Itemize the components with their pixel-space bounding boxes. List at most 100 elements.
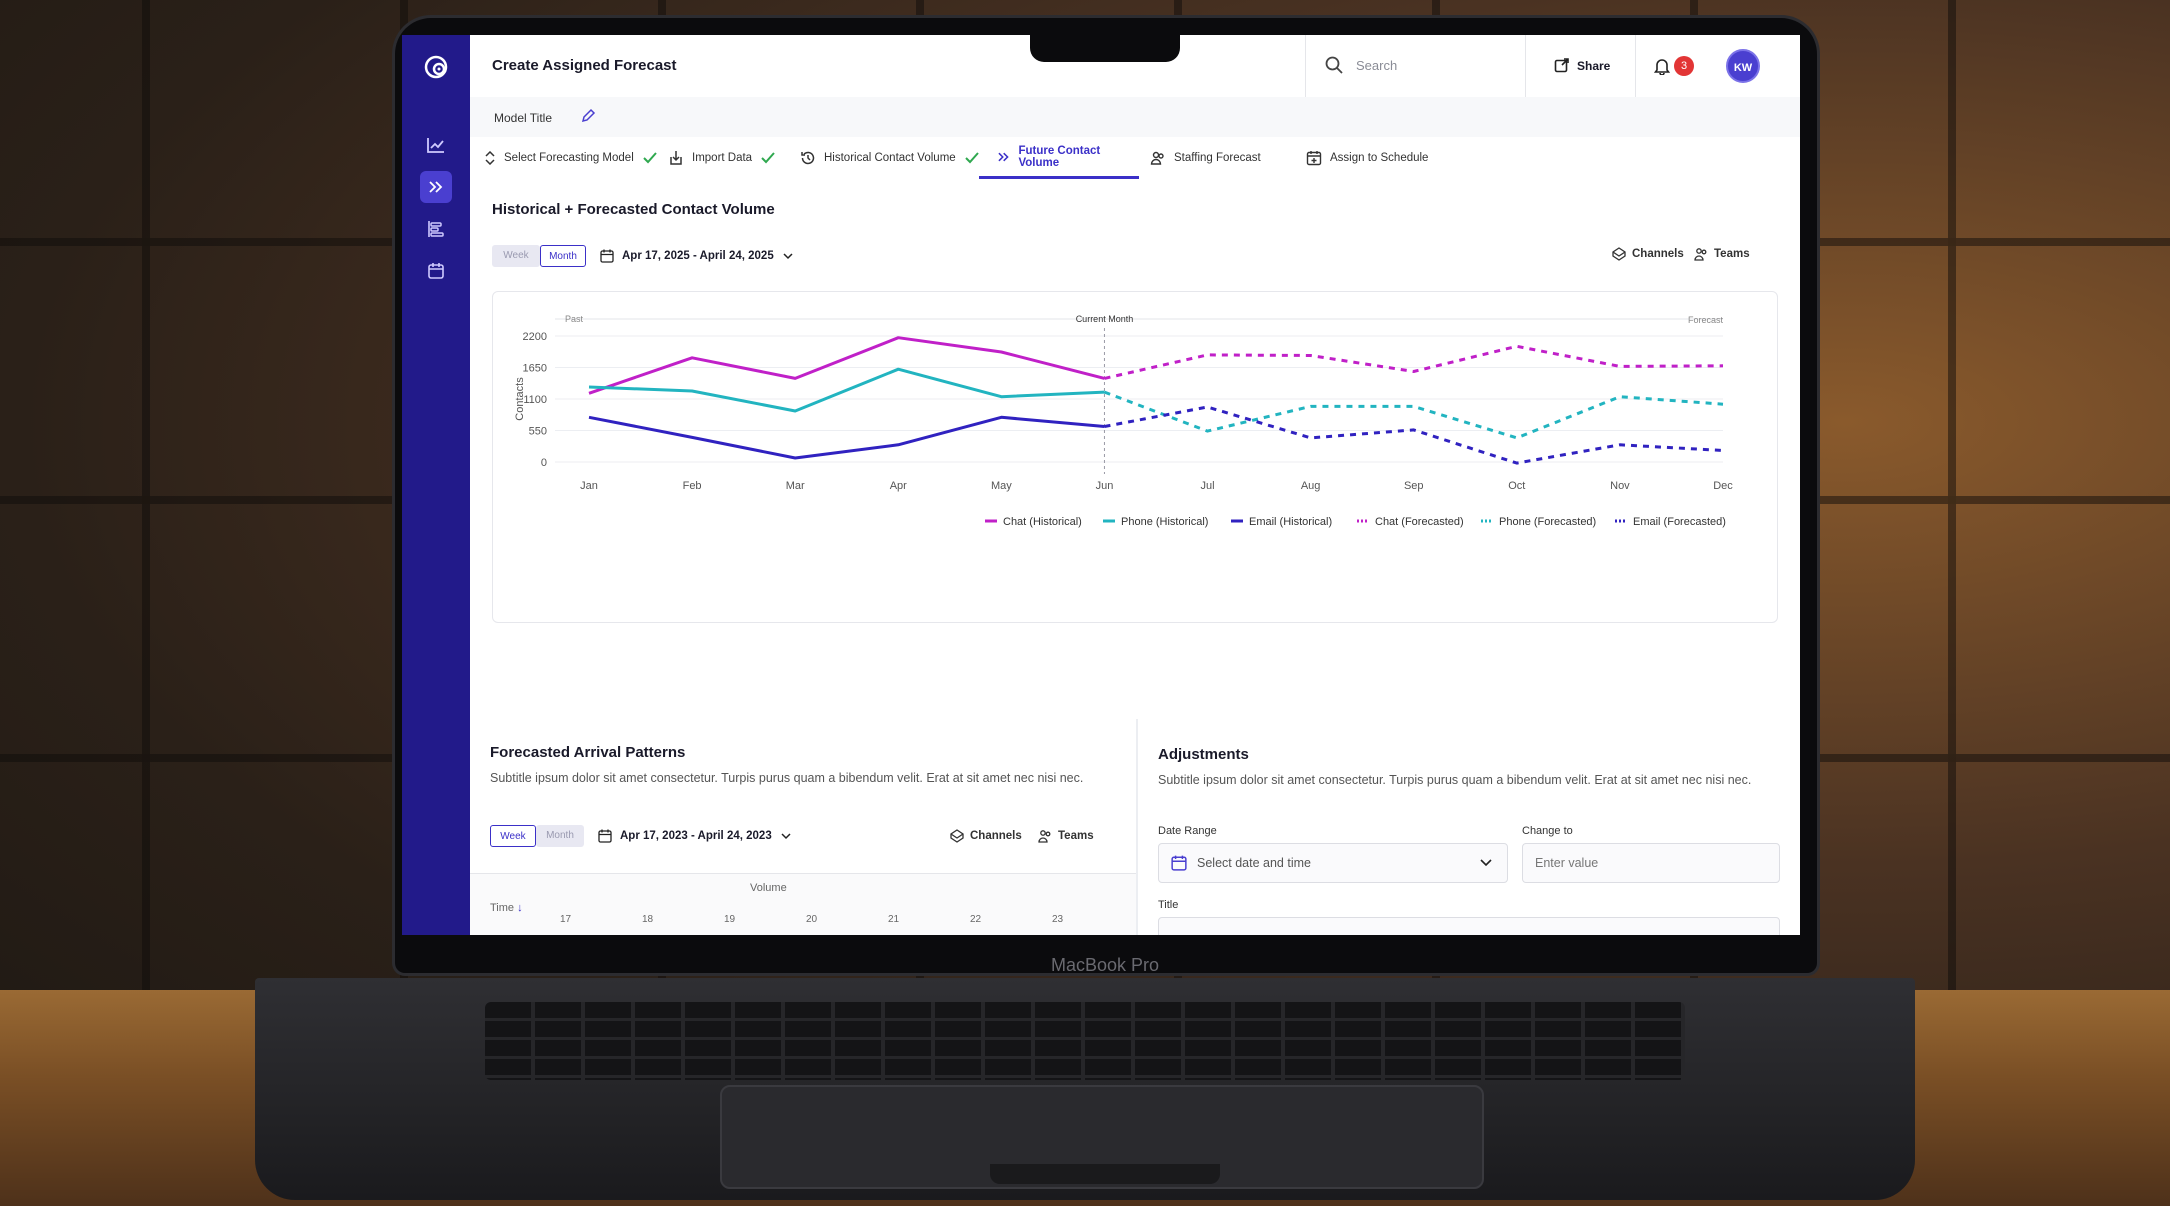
sidebar-item-calendar[interactable] — [420, 255, 452, 287]
arrival-subtitle: Subtitle ipsum dolor sit amet consectetu… — [490, 771, 1084, 785]
search-box[interactable]: Search — [1305, 35, 1526, 97]
step-label: Staffing Forecast — [1174, 152, 1261, 164]
day-header: 21 — [888, 914, 900, 925]
page-title: Create Assigned Forecast — [492, 57, 677, 74]
month-toggle[interactable]: Month — [540, 245, 586, 267]
step-assign-schedule[interactable]: Assign to Schedule — [1306, 137, 1428, 179]
step-label: Assign to Schedule — [1330, 152, 1429, 164]
share-button[interactable]: Share — [1525, 35, 1636, 97]
sidebar-item-schedule[interactable] — [420, 213, 452, 245]
arrival-date-picker[interactable]: Apr 17, 2023 - April 24, 2023 — [598, 825, 792, 847]
date-range-select[interactable]: Select date and time — [1158, 843, 1508, 883]
forecast-region-label: Forecast — [1688, 315, 1724, 325]
date-range-text: Apr 17, 2025 - April 24, 2025 — [622, 250, 774, 262]
calendar-plus-icon — [1306, 151, 1322, 166]
main-section: Historical + Forecasted Contact Volume W… — [470, 179, 1800, 719]
share-icon — [1554, 58, 1569, 73]
channels-icon — [950, 829, 964, 843]
sidebar-item-forecast[interactable] — [420, 171, 452, 203]
x-tick-label: Aug — [1301, 480, 1321, 492]
x-tick-label: Jan — [580, 480, 598, 492]
step-select-model[interactable]: Select Forecasting Model — [484, 137, 658, 179]
check-icon — [761, 152, 775, 164]
arrival-patterns-panel: Forecasted Arrival Patterns Subtitle ips… — [470, 719, 1136, 935]
day-header: 23 — [1052, 914, 1064, 925]
sort-down-icon: ↓ — [517, 902, 523, 914]
change-to-label: Change to — [1522, 825, 1573, 837]
arrival-title: Forecasted Arrival Patterns — [490, 744, 686, 761]
series-line — [588, 336, 1105, 395]
arrival-table-header: Time ↓ Volume 17 18 19 20 21 22 23 — [470, 873, 1136, 935]
check-icon — [964, 152, 979, 164]
people-icon — [1150, 151, 1164, 165]
day-header: 19 — [724, 914, 736, 925]
week-toggle[interactable]: Week — [490, 825, 536, 847]
step-future-volume[interactable]: Future Contact Volume — [979, 137, 1139, 179]
series-line — [1104, 405, 1724, 465]
user-avatar[interactable]: KW — [1726, 49, 1760, 83]
calendar-icon — [598, 829, 612, 843]
search-icon — [1325, 56, 1343, 74]
hinge — [990, 1164, 1220, 1184]
share-label: Share — [1577, 59, 1611, 73]
x-tick-label: Mar — [786, 480, 805, 492]
double-chevron-icon — [429, 181, 443, 193]
legend-label: Email (Historical) — [1249, 516, 1332, 528]
x-tick-label: Dec — [1713, 480, 1733, 492]
teams-filter[interactable]: Teams — [1038, 829, 1094, 843]
x-tick-label: Jul — [1201, 480, 1215, 492]
change-to-input[interactable]: Enter value — [1522, 843, 1780, 883]
day-header: 22 — [970, 914, 982, 925]
chevron-down-icon — [781, 833, 791, 840]
x-tick-label: Oct — [1508, 480, 1525, 492]
month-toggle[interactable]: Month — [536, 825, 584, 847]
time-header-text: Time — [490, 902, 515, 914]
week-toggle[interactable]: Week — [492, 245, 540, 267]
time-column-header[interactable]: Time ↓ — [490, 902, 523, 914]
app-screen: Create Assigned Forecast Search Share 3 … — [402, 35, 1800, 935]
series-line — [588, 415, 1105, 460]
device-label: MacBook Pro — [1050, 955, 1160, 975]
app-logo-icon — [424, 55, 448, 79]
pencil-icon[interactable] — [580, 108, 596, 124]
legend-label: Chat (Forecasted) — [1375, 516, 1464, 528]
import-icon — [670, 151, 682, 165]
teams-label: Teams — [1058, 830, 1094, 842]
past-region-label: Past — [565, 314, 584, 324]
double-chevron-icon — [998, 152, 1009, 161]
notifications-button[interactable]: 3 — [1635, 35, 1716, 97]
legend-label: Chat (Historical) — [1003, 516, 1082, 528]
channels-filter[interactable]: Channels — [950, 829, 1022, 843]
stepper: Select Forecasting Model Import Data His… — [470, 137, 1800, 180]
adjustments-subtitle: Subtitle ipsum dolor sit amet consectetu… — [1158, 773, 1752, 787]
sidebar-item-analytics[interactable] — [420, 129, 452, 161]
y-tick-label: 550 — [529, 426, 547, 438]
history-icon — [801, 151, 815, 165]
volume-column-header: Volume — [750, 882, 787, 894]
teams-label: Teams — [1714, 248, 1750, 260]
calendar-icon — [600, 249, 614, 263]
chevron-down-icon — [1480, 859, 1492, 867]
chart-card: Past Current Month Forecast 2200 1650 1100 550… — [492, 291, 1778, 623]
step-historical-volume[interactable]: Historical Contact Volume — [800, 137, 980, 179]
step-staffing-forecast[interactable]: Staffing Forecast — [1150, 137, 1261, 179]
step-import-data[interactable]: Import Data — [668, 137, 776, 179]
step-label: Future Contact Volume — [1018, 144, 1101, 169]
channels-filter[interactable]: Channels — [1612, 247, 1684, 261]
teams-filter[interactable]: Teams — [1694, 247, 1750, 261]
date-range-picker[interactable]: Apr 17, 2025 - April 24, 2025 — [600, 245, 794, 267]
model-title: Model Title — [494, 111, 553, 125]
search-input[interactable]: Search — [1356, 58, 1397, 73]
trend-chart-icon — [427, 138, 444, 153]
title-input[interactable] — [1158, 917, 1780, 935]
people-icon — [1694, 248, 1707, 261]
date-range-text: Apr 17, 2023 - April 24, 2023 — [620, 830, 772, 842]
x-tick-label: Jun — [1096, 480, 1114, 492]
step-label: Import Data — [692, 152, 753, 164]
people-icon — [1038, 830, 1051, 843]
channels-label: Channels — [970, 830, 1022, 842]
channels-icon — [1612, 247, 1626, 261]
day-header: 17 — [560, 914, 572, 925]
y-tick-label: 1650 — [523, 363, 547, 375]
notification-badge: 3 — [1674, 56, 1694, 76]
